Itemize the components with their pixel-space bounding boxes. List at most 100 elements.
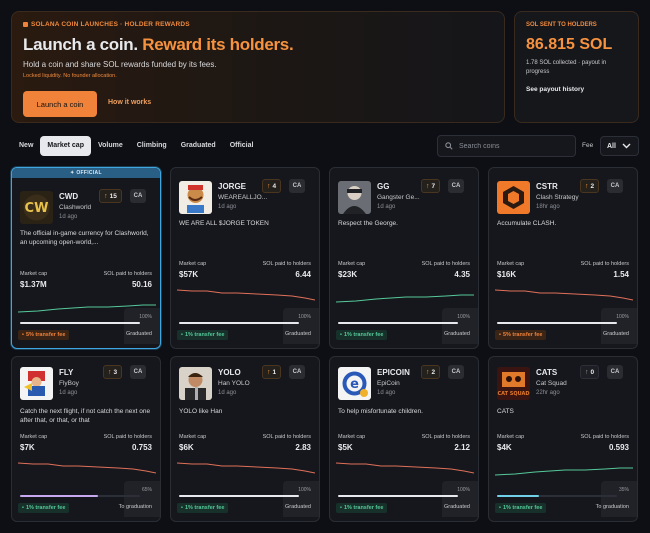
arrow-up-icon: ↑ [584, 368, 589, 376]
svg-text:CAT SQUAD: CAT SQUAD [497, 391, 529, 397]
market-cap-value: $7K [20, 443, 35, 452]
graduation-progress [497, 322, 617, 324]
coin-name: Han YOLO [218, 380, 250, 387]
copy-ca-button[interactable]: CA [448, 179, 464, 193]
market-cap-value: $5K [338, 443, 353, 452]
progress-percent: 100% [298, 487, 311, 493]
sol-paid-label: SOL paid to holders [103, 271, 152, 277]
graduation-status: Graduated [444, 331, 470, 337]
sol-paid-value: 0.593 [608, 443, 629, 452]
dot-icon: • [22, 332, 24, 338]
graduation-progress-fill [20, 322, 140, 324]
tab-volume[interactable]: Volume [91, 136, 130, 156]
sol-paid-value: 0.753 [131, 443, 152, 452]
graduation-status: Graduated [126, 331, 152, 337]
sol-paid-label: SOL paid to holders [103, 434, 152, 440]
sol-paid-value: 50.16 [131, 280, 152, 289]
market-cap-label: Market cap [338, 261, 366, 267]
price-sparkline [177, 289, 315, 301]
transfer-fee-text: 1% transfer fee [502, 505, 543, 511]
graduation-status: Graduated [603, 331, 629, 337]
coin-card-gg[interactable]: GG Gangster Ge... 1d ago ↑ 7 CA Respect the Ge… [329, 167, 479, 349]
coin-symbol: CATS [536, 368, 558, 377]
climb-badge: ↑ 4 [262, 179, 281, 193]
hero-kicker: SOLANA COIN LAUNCHES · HOLDER REWARDS [23, 21, 493, 28]
payout-history-link[interactable]: See payout history [526, 86, 627, 93]
market-cap-label: Market cap [179, 261, 207, 267]
arrow-up-icon: ↑ [425, 182, 430, 190]
climb-count: 15 [109, 192, 117, 200]
hero-title: Launch a coin. Reward its holders. [23, 35, 493, 55]
tab-official[interactable]: Official [223, 136, 261, 156]
hero-fineprint: Locked liquidity. No founder allocation. [23, 73, 117, 79]
copy-ca-button[interactable]: CA [607, 179, 623, 193]
market-cap-value: $4K [497, 443, 512, 452]
tab-graduated[interactable]: Graduated [174, 136, 223, 156]
copy-ca-button[interactable]: CA [130, 365, 146, 379]
climb-badge: ↑ 7 [421, 179, 440, 193]
search-box[interactable] [437, 135, 576, 157]
coin-card-cwd[interactable]: ✦ OFFICIAL CW CWD Clashworld 1d ago ↑ 15 CA The … [11, 167, 161, 349]
transfer-fee-badge: • 1% transfer fee [18, 503, 70, 513]
climb-badge: ↑ 2 [580, 179, 599, 193]
coin-card-yolo[interactable]: YOLO Han YOLO 1d ago ↑ 1 CA YOLO like Han Marke… [170, 356, 320, 522]
launch-coin-button[interactable]: Launch a coin [23, 91, 97, 117]
arrow-up-icon: ↑ [425, 368, 430, 376]
graduation-status: Graduated [285, 504, 311, 510]
sol-paid-label: SOL paid to holders [421, 261, 470, 267]
arrow-up-icon: ↑ [266, 368, 271, 376]
tab-new[interactable]: New [12, 136, 40, 156]
hero-title-accent: Reward its holders. [142, 35, 294, 54]
coin-logo: CW [20, 191, 53, 224]
graduation-progress-fill [338, 322, 458, 324]
copy-ca-button[interactable]: CA [289, 365, 305, 379]
climb-badge: ↑ 3 [103, 365, 122, 379]
coin-name: WEAREALLJO... [218, 194, 268, 201]
fee-filter-select[interactable]: All [600, 136, 639, 156]
copy-ca-button[interactable]: CA [607, 365, 623, 379]
graduation-progress-fill [179, 495, 299, 497]
climb-count: 2 [590, 182, 595, 190]
transfer-fee-text: 5% transfer fee [25, 332, 66, 338]
transfer-fee-text: 1% transfer fee [343, 332, 384, 338]
transfer-fee-text: 1% transfer fee [25, 505, 66, 511]
search-icon [445, 142, 453, 150]
graduation-progress [338, 495, 458, 497]
climb-count: 7 [431, 182, 436, 190]
tab-market-cap[interactable]: Market cap [40, 136, 91, 156]
coin-age: 18hr ago [536, 204, 560, 210]
copy-ca-button[interactable]: CA [130, 189, 146, 203]
coin-symbol: CWD [59, 192, 79, 201]
coin-name: FlyBoy [59, 380, 79, 387]
transfer-fee-text: 5% transfer fee [502, 332, 543, 338]
sol-sent-detail: 1.78 SOL collected · payout in progress [526, 60, 607, 75]
market-cap-value: $6K [179, 443, 194, 452]
coin-logo [338, 181, 371, 214]
coin-card-cstr[interactable]: CSTR Clash Strategy 18hr ago ↑ 2 CA Accumulate… [488, 167, 638, 349]
price-sparkline [336, 462, 474, 474]
coin-symbol: JORGE [218, 182, 247, 191]
coin-age: 1d ago [218, 204, 237, 210]
coin-card-fly[interactable]: FLY FlyBoy 1d ago ↑ 3 CA Catch the next flight… [11, 356, 161, 522]
climb-badge: ↑ 1 [262, 365, 281, 379]
how-it-works-link[interactable]: How it works [108, 99, 151, 106]
coin-age: 22hr ago [536, 390, 560, 396]
solana-square-icon [23, 22, 28, 27]
copy-ca-button[interactable]: CA [448, 365, 464, 379]
coin-logo [179, 367, 212, 400]
coin-card-cats[interactable]: CAT SQUAD CATS Cat Squad 22hr ago ↑ 0 CA CATS Ma… [488, 356, 638, 522]
climb-badge: ↑ 2 [421, 365, 440, 379]
graduation-progress-fill [179, 322, 299, 324]
svg-text:CW: CW [25, 201, 49, 216]
coin-age: 1d ago [59, 214, 78, 220]
coin-logo: e [338, 367, 371, 400]
sol-paid-value: 6.44 [295, 270, 311, 279]
arrow-up-icon: ↑ [584, 182, 589, 190]
search-input[interactable] [459, 142, 569, 150]
dot-icon: • [340, 332, 342, 338]
coin-name: Cat Squad [536, 380, 567, 387]
tab-climbing[interactable]: Climbing [130, 136, 174, 156]
copy-ca-button[interactable]: CA [289, 179, 305, 193]
coin-card-jorge[interactable]: JORGE WEAREALLJO... 1d ago ↑ 4 CA WE ARE ALL $… [170, 167, 320, 349]
coin-card-epicoin[interactable]: e EPICOIN EpiCoin 1d ago ↑ 2 CA To help misfort… [329, 356, 479, 522]
